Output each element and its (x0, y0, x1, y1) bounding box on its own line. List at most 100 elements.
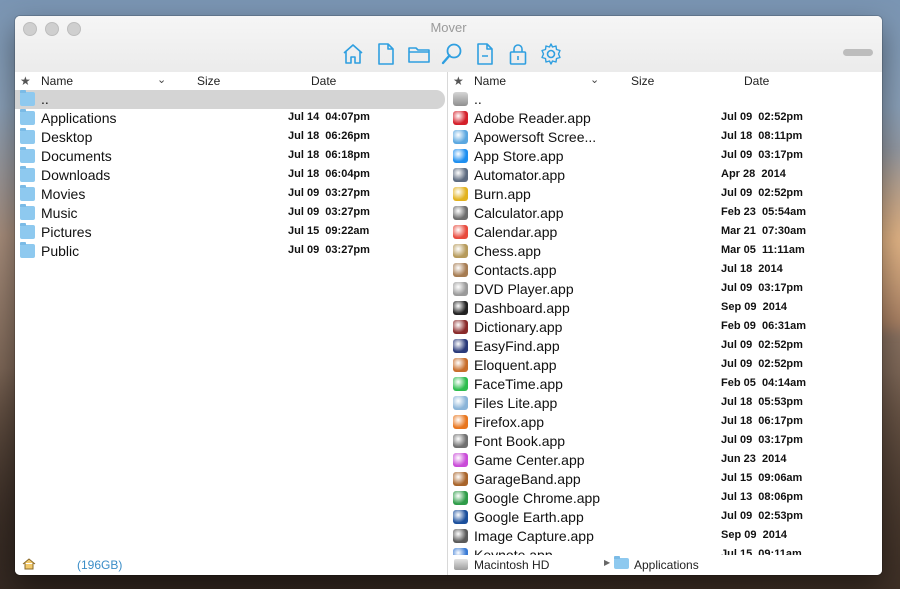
star-icon[interactable]: ★ (453, 74, 464, 88)
row-date: Jul 18 06:18pm (288, 149, 370, 161)
list-item[interactable]: Game Center.app Jun 23 2014 (448, 451, 882, 470)
folder-icon (614, 556, 629, 569)
list-item[interactable]: Eloquent.app Jul 09 02:52pm (448, 356, 882, 375)
app-icon (453, 472, 468, 486)
folder-icon (20, 128, 35, 144)
list-item[interactable]: Automator.app Apr 28 2014 (448, 166, 882, 185)
date-column-header[interactable]: Date (311, 74, 336, 88)
list-item[interactable]: Contacts.app Jul 18 2014 (448, 261, 882, 280)
settings-button[interactable] (538, 41, 563, 66)
list-item[interactable]: Chess.app Mar 05 11:11am (448, 242, 882, 261)
list-item[interactable]: Adobe Reader.app Jul 09 02:52pm (448, 109, 882, 128)
date-column-header[interactable]: Date (744, 74, 769, 88)
row-name: Calendar.app (474, 224, 558, 240)
lock-button[interactable] (505, 41, 530, 66)
app-icon (453, 415, 468, 429)
parent-directory-row[interactable]: .. (448, 90, 882, 109)
name-column-header[interactable]: Name (41, 74, 73, 88)
row-name: Desktop (41, 129, 93, 145)
list-item[interactable]: Files Lite.app Jul 18 05:53pm (448, 394, 882, 413)
list-item[interactable]: Burn.app Jul 09 02:52pm (448, 185, 882, 204)
list-item[interactable]: Movies Jul 09 03:27pm (15, 185, 447, 204)
chevron-down-icon[interactable]: ⌄ (590, 73, 599, 86)
folder-icon (20, 185, 35, 201)
list-item[interactable]: Google Earth.app Jul 09 02:53pm (448, 508, 882, 527)
list-item[interactable]: EasyFind.app Jul 09 02:52pm (448, 337, 882, 356)
size-column-header[interactable]: Size (631, 74, 654, 88)
app-icon (453, 491, 468, 505)
row-date: Jun 23 2014 (721, 453, 787, 465)
list-item[interactable]: Keynote.app Jul 15 09:11am (448, 546, 882, 555)
row-date: Apr 28 2014 (721, 168, 786, 180)
folder-icon (20, 166, 35, 182)
row-name: Public (41, 243, 80, 259)
row-name: Google Earth.app (474, 509, 584, 525)
app-icon (453, 187, 468, 201)
app-icon (453, 282, 468, 296)
size-column-header[interactable]: Size (197, 74, 220, 88)
list-item[interactable]: GarageBand.app Jul 15 09:06am (448, 470, 882, 489)
search-button[interactable] (439, 41, 464, 66)
toolbar-toggle-pill[interactable] (843, 49, 873, 56)
list-item[interactable]: DVD Player.app Jul 09 03:17pm (448, 280, 882, 299)
row-date: Jul 15 09:11am (721, 548, 802, 555)
list-item[interactable]: FaceTime.app Feb 05 04:14am (448, 375, 882, 394)
disk-icon (453, 92, 468, 106)
list-item[interactable]: Documents Jul 18 06:18pm (15, 147, 447, 166)
folder-icon (407, 46, 430, 63)
app-icon (453, 396, 468, 410)
row-date: Jul 18 08:11pm (721, 130, 803, 142)
list-item[interactable]: Applications Jul 14 04:07pm (15, 109, 447, 128)
folder-icon (20, 109, 35, 125)
app-icon (453, 301, 468, 315)
list-item[interactable]: Music Jul 09 03:27pm (15, 204, 447, 223)
list-item[interactable]: App Store.app Jul 09 03:17pm (448, 147, 882, 166)
left-column-header: ★ Name ⌄ Size Date (15, 72, 447, 89)
app-icon (453, 529, 468, 543)
folder-icon (20, 147, 35, 163)
row-date: Jul 18 2014 (721, 263, 783, 275)
toolbar (340, 41, 563, 66)
home-button[interactable] (340, 41, 365, 66)
row-name: GarageBand.app (474, 471, 581, 487)
list-item[interactable]: Firefox.app Jul 18 06:17pm (448, 413, 882, 432)
row-name: Contacts.app (474, 262, 557, 278)
list-item[interactable]: Google Chrome.app Jul 13 08:06pm (448, 489, 882, 508)
list-item[interactable]: Calculator.app Feb 23 05:54am (448, 204, 882, 223)
app-icon (453, 377, 468, 391)
path-disk-label[interactable]: Macintosh HD (474, 558, 549, 572)
list-item[interactable]: Dictionary.app Feb 09 06:31am (448, 318, 882, 337)
list-item[interactable]: Downloads Jul 18 06:04pm (15, 166, 447, 185)
app-icon (453, 225, 468, 239)
row-name: Applications (41, 110, 117, 126)
list-item[interactable]: Apowersoft Scree... Jul 18 08:11pm (448, 128, 882, 147)
row-date: Jul 09 02:53pm (721, 510, 803, 522)
row-date: Jul 15 09:22am (288, 225, 370, 237)
file-icon (377, 42, 394, 65)
row-date: Jul 18 05:53pm (721, 396, 803, 408)
star-icon[interactable]: ★ (20, 74, 31, 88)
list-item[interactable]: Public Jul 09 03:27pm (15, 242, 447, 261)
chevron-down-icon[interactable]: ⌄ (157, 73, 166, 86)
row-name: Firefox.app (474, 414, 545, 430)
name-column-header[interactable]: Name (474, 74, 506, 88)
row-date: Mar 21 07:30am (721, 225, 806, 237)
row-date: Jul 09 03:17pm (721, 434, 803, 446)
list-item[interactable]: Dashboard.app Sep 09 2014 (448, 299, 882, 318)
list-item[interactable]: Font Book.app Jul 09 03:17pm (448, 432, 882, 451)
left-pane: ★ Name ⌄ Size Date .. Applications Jul 14… (15, 72, 448, 575)
app-icon (453, 111, 468, 125)
list-item[interactable]: Image Capture.app Sep 09 2014 (448, 527, 882, 546)
new-file-button[interactable] (373, 41, 398, 66)
list-item[interactable]: Desktop Jul 18 06:26pm (15, 128, 447, 147)
path-folder-label[interactable]: Applications (634, 558, 699, 572)
parent-directory-row[interactable]: .. (15, 90, 445, 109)
list-item[interactable]: Calendar.app Mar 21 07:30am (448, 223, 882, 242)
app-icon (453, 510, 468, 524)
disk-capacity-label: (196GB) (77, 558, 123, 572)
remove-button[interactable] (472, 41, 497, 66)
list-item[interactable]: Pictures Jul 15 09:22am (15, 223, 447, 242)
row-name: .. (474, 91, 482, 107)
folder-button[interactable] (406, 41, 431, 66)
row-date: Jul 09 02:52pm (721, 111, 803, 123)
